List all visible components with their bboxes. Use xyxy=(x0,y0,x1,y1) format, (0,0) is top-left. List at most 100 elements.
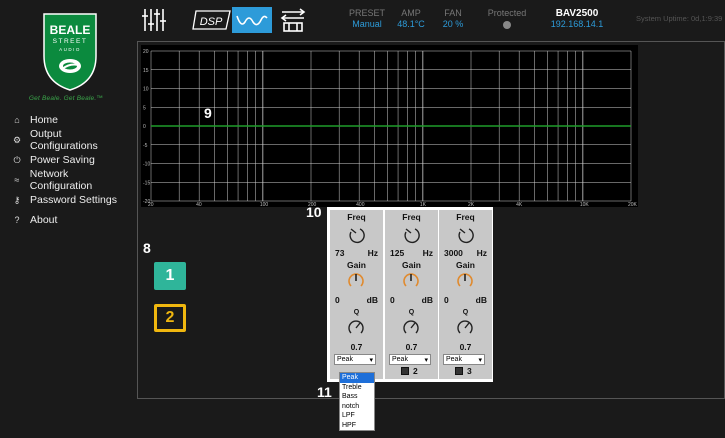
freq-label: Freq xyxy=(402,212,421,222)
eq-graph: 20 15 10 5 0 -5 -10 -15 -20 20 40 100 200 400 1K 2K 4K 10… xyxy=(141,45,638,208)
freq-unit: Hz xyxy=(422,248,433,258)
dsp-icon: DSP xyxy=(192,10,231,30)
filter-type-select[interactable]: Peak ▾ xyxy=(334,354,376,365)
power-icon: ⏻ xyxy=(13,154,21,165)
dsp-button[interactable]: DSP xyxy=(190,7,234,33)
freq-value-row: 73 Hz xyxy=(332,248,381,258)
x-tick-label: 4K xyxy=(516,202,523,207)
dropdown-option-hpf[interactable]: HPF xyxy=(340,421,374,431)
filter-type-value: Peak xyxy=(392,356,408,363)
x-tick-label: 20K xyxy=(628,202,638,207)
mixer-sliders-icon xyxy=(142,9,166,31)
q-knob-icon xyxy=(401,320,421,342)
gain-knob[interactable] xyxy=(346,271,366,291)
freq-knob[interactable] xyxy=(346,224,366,244)
freq-knob[interactable] xyxy=(401,224,421,244)
band-enable: 2 xyxy=(401,366,418,376)
nav-label-home: Home xyxy=(30,114,59,126)
y-tick-label: 20 xyxy=(143,49,149,55)
x-tick-label: 20 xyxy=(148,202,154,207)
gain-value: 0 xyxy=(390,295,395,305)
filter-type-select[interactable]: Peak ▾ xyxy=(443,354,485,365)
filter-band-2: Freq 125 Hz Gain 0 dB Q 0.7 Peak ▾ 2 xyxy=(385,210,438,379)
gain-unit: dB xyxy=(366,295,378,305)
freq-knob-icon xyxy=(455,228,475,248)
filter-band-1: Freq 73 Hz Gain 0 dB Q 0.7 Peak ▾ xyxy=(330,210,383,379)
status-device: BAV2500 192.168.14.1 xyxy=(542,8,612,30)
eq-button[interactable] xyxy=(232,7,272,33)
preset-1-button[interactable]: 1 xyxy=(154,262,186,290)
main-nav: ⌂ Home ⚙ Output Configurations ⏻ Power S… xyxy=(0,110,132,230)
dropdown-option-notch[interactable]: notch xyxy=(340,402,374,412)
q-value: 0.7 xyxy=(350,342,363,352)
q-value: 0.7 xyxy=(405,342,418,352)
q-knob[interactable] xyxy=(455,318,475,338)
freq-unit: Hz xyxy=(367,248,378,258)
nav-item-network-configuration[interactable]: ≈ Network Configuration xyxy=(0,168,132,192)
nav-item-home[interactable]: ⌂ Home xyxy=(0,110,132,130)
q-knob-icon xyxy=(455,320,475,342)
dropdown-option-lpf[interactable]: LPF xyxy=(340,411,374,421)
filter-type-select[interactable]: Peak ▾ xyxy=(389,354,431,365)
gear-icon: ⚙ xyxy=(12,134,22,145)
nav-item-about[interactable]: ? About xyxy=(0,210,132,230)
status-amp: AMP 48.1°C xyxy=(389,8,433,30)
freq-knob-icon xyxy=(346,228,366,248)
gain-knob-icon xyxy=(401,273,421,295)
x-tick-label: 40 xyxy=(196,202,202,207)
dropdown-option-bass[interactable]: Bass xyxy=(340,392,374,402)
protected-label: Protected xyxy=(487,8,527,18)
mixer-button[interactable] xyxy=(139,7,169,33)
eq-curve-icon xyxy=(236,15,268,26)
gain-knob[interactable] xyxy=(401,271,421,291)
chevron-down-icon: ▾ xyxy=(478,356,482,364)
filter-band-3: Freq 3000 Hz Gain 0 dB Q 0.7 Peak ▾ 3 xyxy=(439,210,492,379)
freq-value: 125 xyxy=(390,248,405,258)
q-knob-icon xyxy=(346,320,366,342)
q-knob[interactable] xyxy=(346,318,366,338)
amp-value: 48.1°C xyxy=(397,19,425,29)
routing-button[interactable] xyxy=(278,7,308,33)
nav-label-power-saving: Power Saving xyxy=(30,154,95,166)
x-tick-label: 10K xyxy=(580,202,590,207)
q-value-row: 0.7 xyxy=(387,342,436,352)
band-enable-checkbox[interactable] xyxy=(455,367,463,375)
q-value: 0.7 xyxy=(459,342,472,352)
logo-line1: BEALE xyxy=(50,23,91,37)
x-tick-label: 100 xyxy=(260,202,269,207)
nav-item-output-configurations[interactable]: ⚙ Output Configurations xyxy=(0,128,132,152)
home-icon: ⌂ xyxy=(14,115,20,125)
band-number: 3 xyxy=(467,366,472,376)
preset-2-button[interactable]: 2 xyxy=(154,304,186,332)
chevron-down-icon: ▾ xyxy=(424,356,428,364)
nav-item-power-saving[interactable]: ⏻ Power Saving xyxy=(0,150,132,170)
freq-value: 3000 xyxy=(444,248,463,258)
nav-item-password-settings[interactable]: ⚷ Password Settings xyxy=(0,190,132,210)
freq-knob-icon xyxy=(401,228,421,248)
gain-knob[interactable] xyxy=(455,271,475,291)
gain-label: Gain xyxy=(402,260,421,270)
y-tick-label: 15 xyxy=(143,68,149,74)
annotation-10: 10 xyxy=(306,204,322,220)
gain-label: Gain xyxy=(347,260,366,270)
dropdown-option-treble[interactable]: Treble xyxy=(340,383,374,393)
q-knob[interactable] xyxy=(401,318,421,338)
freq-unit: Hz xyxy=(476,248,487,258)
fan-value: 20 % xyxy=(442,19,464,29)
q-label: Q xyxy=(353,309,360,316)
annotation-9: 9 xyxy=(204,105,212,121)
brand-tagline: Get Beale. Get Beale.™ xyxy=(28,95,104,102)
y-tick-label: -15 xyxy=(143,180,150,186)
freq-knob[interactable] xyxy=(455,224,475,244)
freq-label: Freq xyxy=(347,212,366,222)
dropdown-option-peak[interactable]: Peak xyxy=(340,373,374,383)
q-label: Q xyxy=(462,309,469,316)
band-enable: 3 xyxy=(455,366,472,376)
question-icon: ? xyxy=(14,215,20,225)
band-enable-checkbox[interactable] xyxy=(401,367,409,375)
y-tick-label: 0 xyxy=(143,124,146,130)
annotation-8: 8 xyxy=(143,240,151,256)
preset-value: Manual xyxy=(352,19,382,29)
nav-label-network-configuration: Network Configuration xyxy=(29,168,93,192)
nav-label-output-configurations: Output Configurations xyxy=(29,128,98,152)
